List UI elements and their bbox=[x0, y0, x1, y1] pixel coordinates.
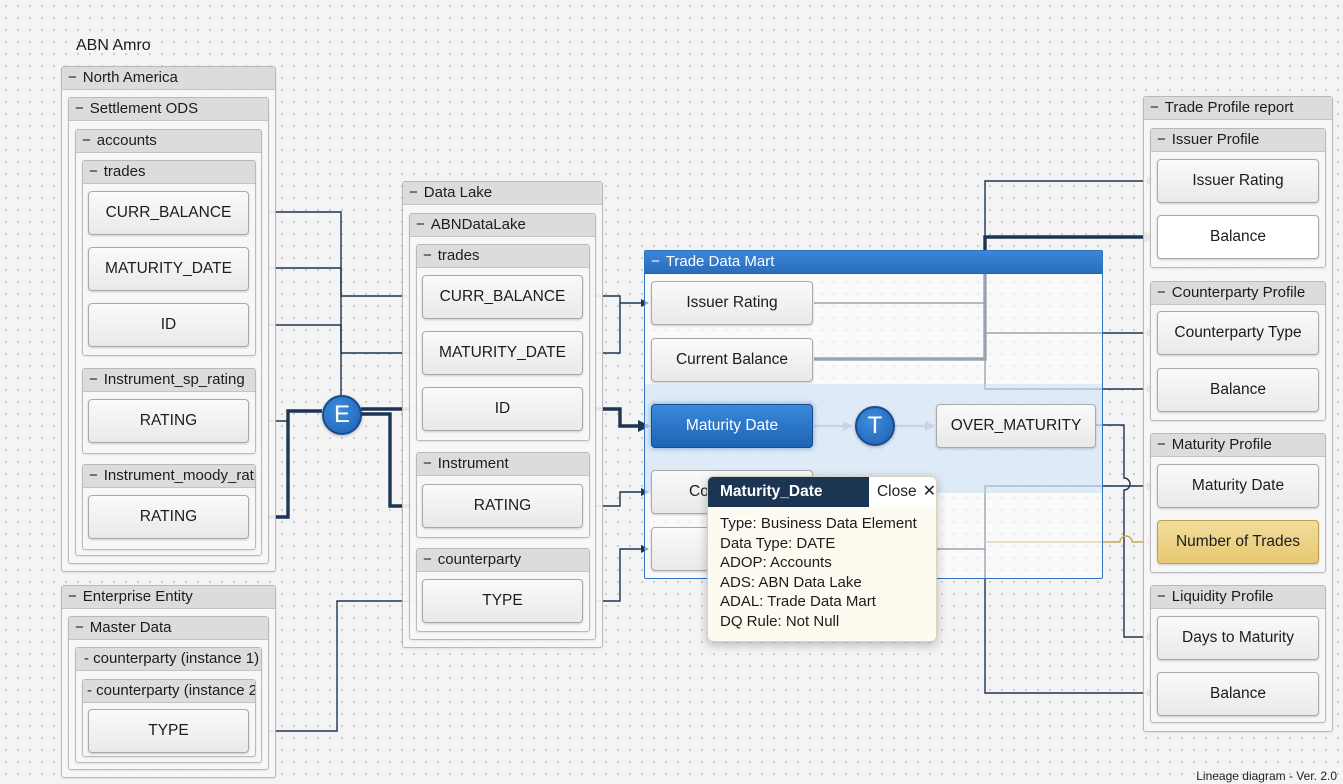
collapse-icon[interactable]: − bbox=[89, 467, 98, 484]
group-header-issuer-profile[interactable]: − Issuer Profile bbox=[1151, 129, 1325, 152]
group-header-dl-trades[interactable]: − trades bbox=[417, 245, 589, 268]
dl-rating[interactable]: RATING bbox=[422, 484, 583, 528]
dl-id[interactable]: ID bbox=[422, 387, 583, 431]
collapse-icon[interactable]: − bbox=[82, 132, 91, 149]
collapse-icon[interactable]: − bbox=[1157, 284, 1166, 301]
group-header-liquidity-profile[interactable]: − Liquidity Profile bbox=[1151, 586, 1325, 609]
collapse-icon[interactable]: − bbox=[1150, 99, 1159, 116]
version-footer: Lineage diagram - Ver. 2.0 bbox=[1196, 769, 1337, 783]
report-counterparty-type[interactable]: Counterparty Type bbox=[1157, 311, 1319, 355]
close-icon[interactable]: ✕ bbox=[923, 477, 936, 507]
popup-title: Maturity_Date Details bbox=[708, 477, 869, 530]
group-header-dl-instrument[interactable]: − Instrument bbox=[417, 453, 589, 476]
source-maturity-date[interactable]: MATURITY_DATE bbox=[88, 247, 249, 291]
popup-line-adal: ADAL: Trade Data Mart bbox=[720, 593, 876, 610]
report-issuer-balance[interactable]: Balance bbox=[1157, 215, 1319, 259]
popup-line-type: Type: Business Data Element bbox=[720, 515, 917, 532]
group-header-accounts[interactable]: − accounts bbox=[76, 130, 261, 153]
dl-maturity-date[interactable]: MATURITY_DATE bbox=[422, 331, 583, 375]
group-header-sp-rating[interactable]: − Instrument_sp_rating bbox=[83, 369, 255, 392]
tdm-over-maturity[interactable]: OVER_MATURITY bbox=[936, 404, 1096, 448]
group-header-abn-data-lake[interactable]: − ABNDataLake bbox=[410, 214, 595, 237]
report-issuer-rating[interactable]: Issuer Rating bbox=[1157, 159, 1319, 203]
popup-details-body: Type: Business Data Element Data Type: D… bbox=[708, 507, 936, 638]
collapse-icon[interactable]: − bbox=[423, 247, 432, 264]
group-header-dl-counterparty[interactable]: − counterparty bbox=[417, 549, 589, 572]
report-liquidity-balance[interactable]: Balance bbox=[1157, 672, 1319, 716]
group-header-counterparty-profile[interactable]: − Counterparty Profile bbox=[1151, 282, 1325, 305]
transform-t-node[interactable]: T bbox=[855, 406, 895, 446]
group-header-enterprise-entity[interactable]: − Enterprise Entity bbox=[62, 586, 275, 609]
collapse-icon[interactable]: − bbox=[651, 253, 660, 270]
dl-type[interactable]: TYPE bbox=[422, 579, 583, 623]
group-header-trade-profile-report[interactable]: − Trade Profile report bbox=[1144, 97, 1332, 120]
group-header-maturity-profile[interactable]: − Maturity Profile bbox=[1151, 434, 1325, 457]
group-header-moody-rating[interactable]: −Instrument_moody_rating bbox=[83, 465, 255, 488]
group-header-data-lake[interactable]: − Data Lake bbox=[403, 182, 602, 205]
report-number-of-trades[interactable]: Number of Trades bbox=[1157, 520, 1319, 564]
group-header-trades[interactable]: − trades bbox=[83, 161, 255, 184]
source-moody-rating[interactable]: RATING bbox=[88, 495, 249, 539]
collapse-icon[interactable]: − bbox=[68, 588, 77, 605]
collapse-icon[interactable]: − bbox=[89, 371, 98, 388]
source-counterparty-type[interactable]: TYPE bbox=[88, 709, 249, 753]
collapse-icon[interactable]: − bbox=[68, 69, 77, 86]
popup-line-dq-rule: DQ Rule: Not Null bbox=[720, 612, 840, 630]
tdm-current-balance[interactable]: Current Balance bbox=[651, 338, 813, 382]
collapse-icon[interactable]: − bbox=[423, 455, 432, 472]
group-header-north-america[interactable]: − North America bbox=[62, 67, 275, 90]
report-maturity-date[interactable]: Maturity Date bbox=[1157, 464, 1319, 508]
report-days-to-maturity[interactable]: Days to Maturity bbox=[1157, 616, 1319, 660]
tdm-issuer-rating[interactable]: Issuer Rating bbox=[651, 281, 813, 325]
popup-line-adop: ADOP: Accounts bbox=[720, 554, 832, 571]
popup-line-ads: ADS: ABN Data Lake bbox=[720, 573, 862, 591]
collapse-icon[interactable]: − bbox=[1157, 131, 1166, 148]
group-header-master-data[interactable]: − Master Data bbox=[69, 617, 268, 640]
dl-curr-balance[interactable]: CURR_BALANCE bbox=[422, 275, 583, 319]
collapse-icon[interactable]: − bbox=[409, 184, 418, 201]
collapse-icon[interactable]: − bbox=[89, 163, 98, 180]
source-curr-balance[interactable]: CURR_BALANCE bbox=[88, 191, 249, 235]
popup-line-data-type: Data Type: DATE bbox=[720, 534, 836, 552]
org-label: ABN Amro bbox=[76, 37, 151, 54]
group-header-settlement-ods[interactable]: − Settlement ODS bbox=[69, 98, 268, 121]
group-header-cp-instance-1[interactable]: - counterparty (instance 1) bbox=[76, 648, 261, 671]
group-header-cp-instance-2[interactable]: - counterparty (instance 2) bbox=[83, 680, 255, 703]
group-header-trade-data-mart[interactable]: − Trade Data Mart bbox=[645, 251, 1102, 274]
popup-close-button[interactable]: Close ✕ bbox=[868, 477, 936, 507]
collapse-icon[interactable]: − bbox=[1157, 588, 1166, 605]
collapse-icon[interactable]: − bbox=[423, 551, 432, 568]
tdm-maturity-date[interactable]: Maturity Date bbox=[651, 404, 813, 448]
popup-close-label: Close bbox=[876, 483, 917, 500]
report-counterparty-balance[interactable]: Balance bbox=[1157, 368, 1319, 412]
source-id[interactable]: ID bbox=[88, 303, 249, 347]
details-popup: Maturity_Date Details Close ✕ Type: Busi… bbox=[707, 476, 937, 642]
transform-e-node[interactable]: E bbox=[322, 395, 362, 435]
source-sp-rating[interactable]: RATING bbox=[88, 399, 249, 443]
collapse-icon[interactable]: − bbox=[416, 216, 425, 233]
collapse-icon[interactable]: − bbox=[75, 100, 84, 117]
collapse-icon[interactable]: − bbox=[1157, 436, 1166, 453]
collapse-icon[interactable]: − bbox=[75, 619, 84, 636]
